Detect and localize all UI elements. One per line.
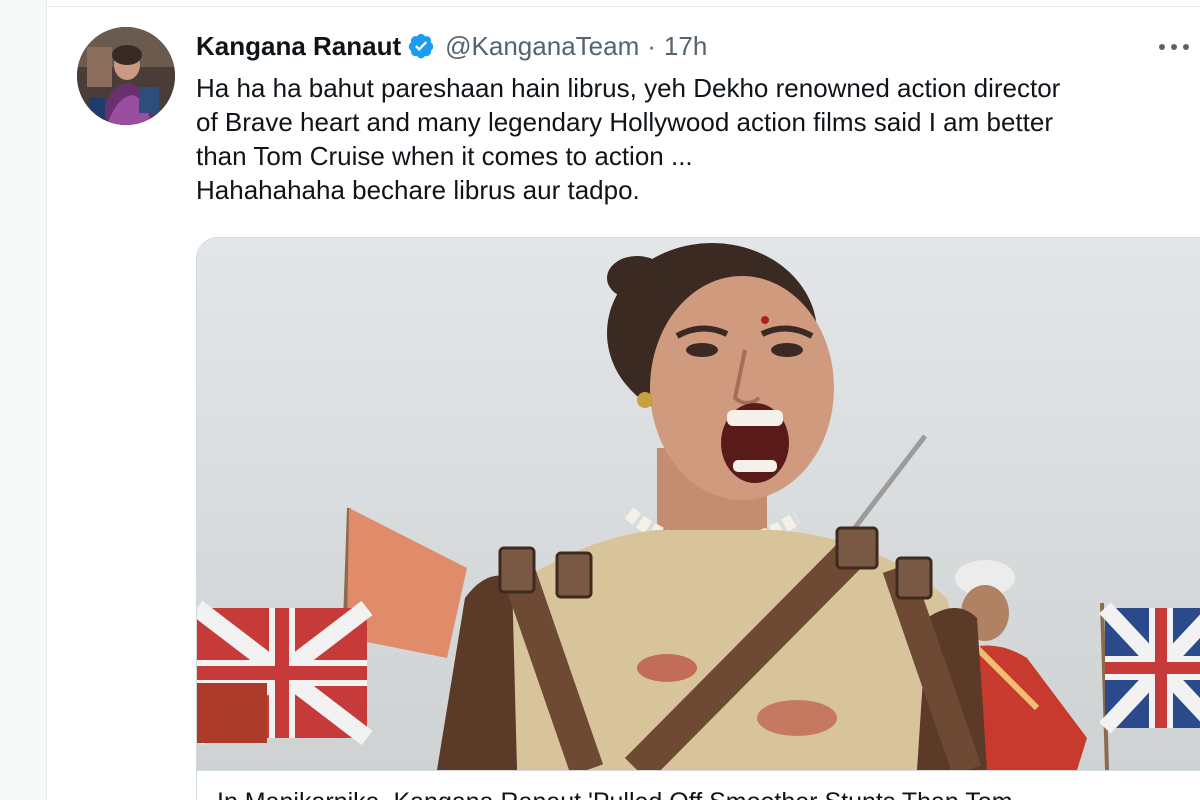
avatar-image <box>77 27 175 125</box>
verified-badge-icon <box>408 33 434 59</box>
card-image <box>197 238 1200 770</box>
author-handle[interactable]: @KanganaTeam <box>445 31 639 62</box>
separator: · <box>647 30 656 61</box>
tweet-text: Ha ha ha bahut pareshaan hain librus, ye… <box>196 71 1196 207</box>
tweet-text-line: of Brave heart and many legendary Hollyw… <box>196 107 1053 137</box>
left-sidebar-gutter <box>0 0 47 800</box>
timestamp[interactable]: 17h <box>664 31 707 62</box>
avatar[interactable] <box>77 27 175 125</box>
tweet-text-line: Ha ha ha bahut pareshaan hain librus, ye… <box>196 73 1061 103</box>
card-divider <box>197 770 1200 771</box>
page: Kangana Ranaut @KanganaTeam · 17h Ha ha … <box>0 0 1200 800</box>
author-name[interactable]: Kangana Ranaut <box>196 31 401 62</box>
tweet[interactable]: Kangana Ranaut @KanganaTeam · 17h Ha ha … <box>46 7 1200 800</box>
tweet-header: Kangana Ranaut @KanganaTeam · 17h <box>196 29 707 63</box>
more-horizontal-icon[interactable] <box>1154 27 1194 57</box>
card-title[interactable]: In Manikarnika, Kangana Ranaut 'Pulled O… <box>217 788 1197 800</box>
link-card[interactable]: In Manikarnika, Kangana Ranaut 'Pulled O… <box>196 237 1200 800</box>
tweet-text-line: than Tom Cruise when it comes to action … <box>196 141 693 171</box>
tweet-text-line: Hahahahaha bechare librus aur tadpo. <box>196 175 640 205</box>
